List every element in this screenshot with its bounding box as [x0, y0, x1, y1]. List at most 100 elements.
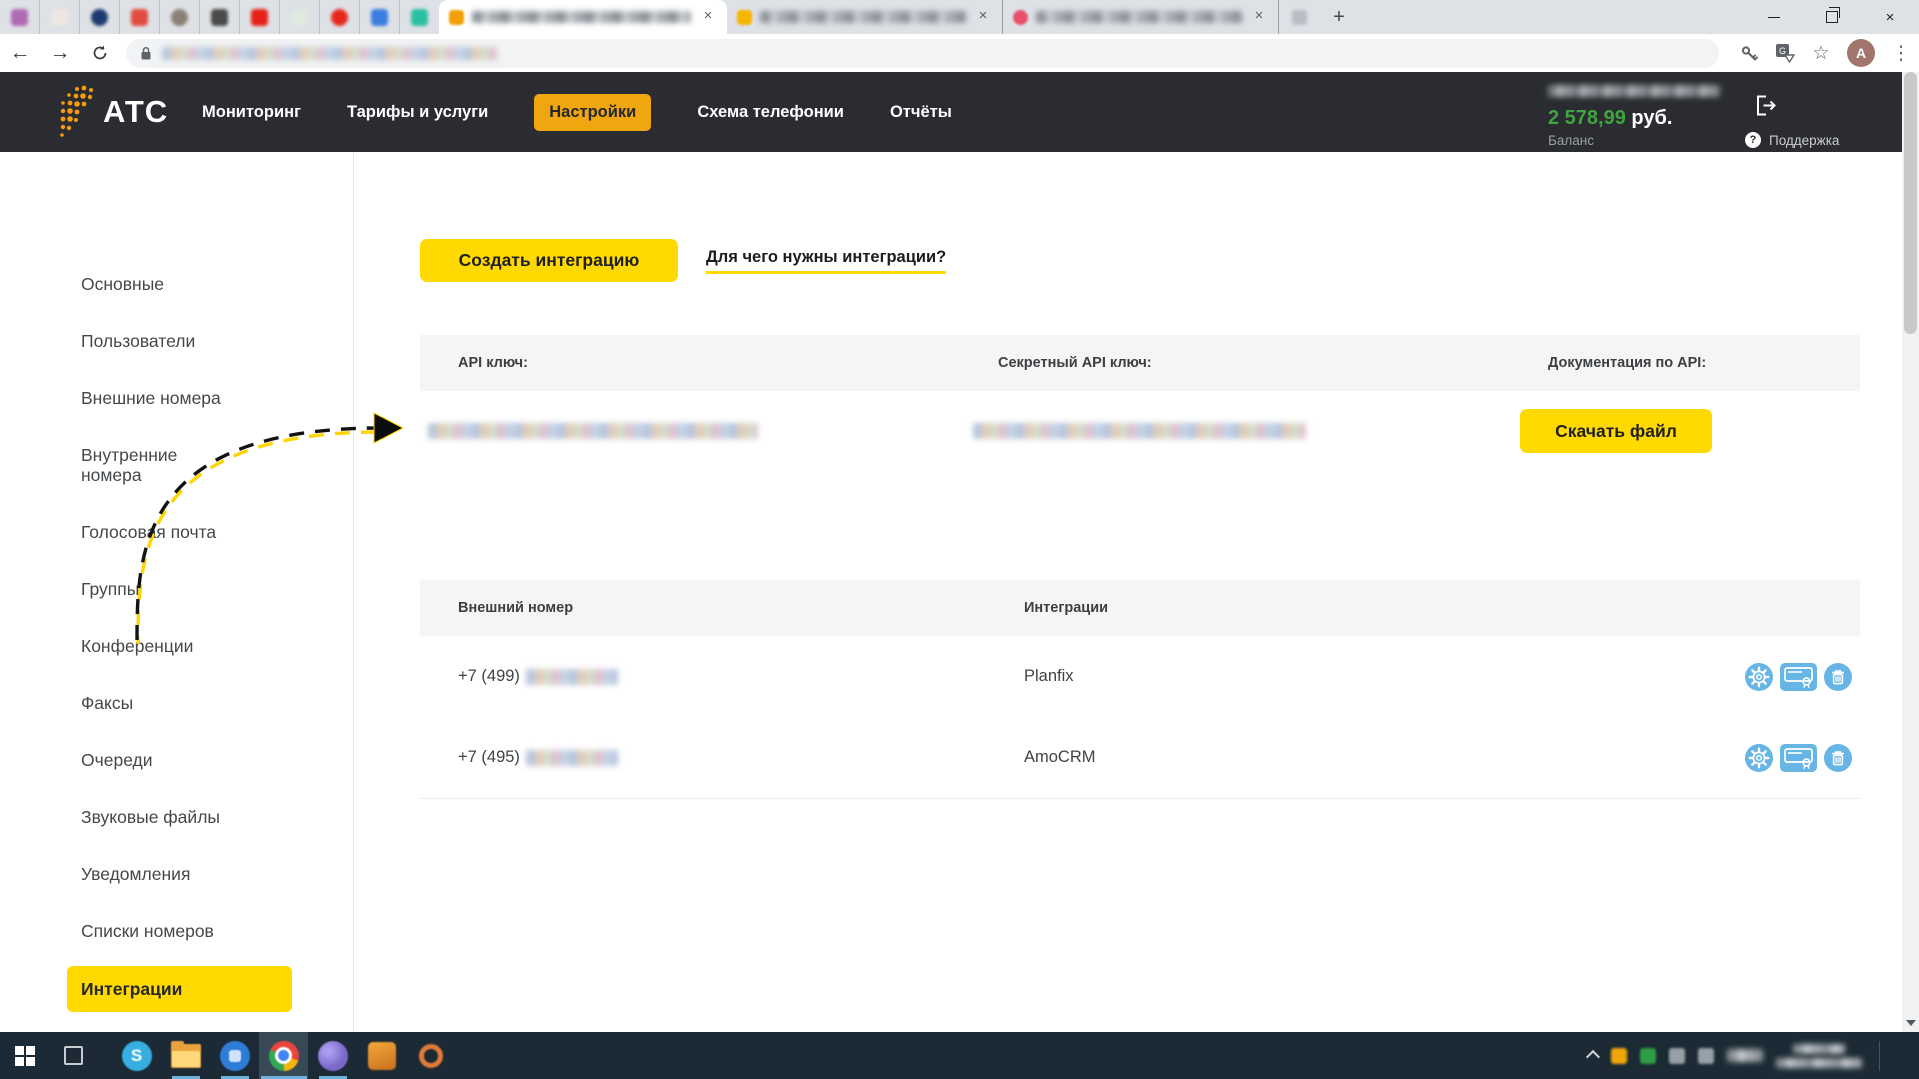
taskbar-app-orange[interactable] [357, 1032, 406, 1079]
translate-icon[interactable]: G [1767, 36, 1803, 70]
atc-logo[interactable]: АТС [55, 82, 168, 142]
taskbar-app-purple[interactable] [308, 1032, 357, 1079]
sidebar-item-gruppy[interactable]: Группы [81, 579, 353, 599]
browser-menu-icon[interactable]: ⋮ [1883, 36, 1919, 70]
nav-settings[interactable]: Настройки [534, 94, 651, 131]
pinned-tab[interactable] [360, 0, 400, 34]
sidebar-item-faksy[interactable]: Факсы [81, 693, 353, 713]
sidebar-item-uvedomleniya[interactable]: Уведомления [81, 864, 353, 884]
taskbar-app-skype[interactable]: S [112, 1032, 161, 1079]
sidebar-item-integracii-active[interactable]: Интеграции [67, 966, 292, 1012]
taskbar-app-ring[interactable] [406, 1032, 455, 1079]
browser-tab[interactable]: × [727, 0, 1003, 34]
pinned-tab-icon [171, 9, 188, 26]
reload-icon[interactable] [80, 36, 120, 70]
sidebar-item-konferencii[interactable]: Конференции [81, 636, 353, 656]
sidebar-item-vnutrennie-nomera[interactable]: Внутренние номера [81, 445, 196, 485]
tab-close-icon[interactable]: × [699, 8, 717, 26]
sidebar-item-golosovaya-pochta[interactable]: Голосовая почта [81, 522, 353, 542]
tab-close-icon[interactable]: × [1250, 8, 1268, 26]
page-scrollbar[interactable] [1902, 72, 1919, 1032]
number-prefix: +7 (499) [458, 667, 520, 686]
taskbar-app-blue[interactable] [210, 1032, 259, 1079]
sidebar-item-polzovateli[interactable]: Пользователи [81, 331, 353, 351]
table-row: +7 (499) Planfix [420, 636, 1860, 717]
window-close-button[interactable]: × [1861, 0, 1919, 34]
new-tab-button[interactable]: + [1325, 3, 1353, 31]
delete-trash-icon[interactable] [1824, 744, 1852, 772]
url-bar[interactable] [126, 39, 1719, 68]
browser-profile-avatar[interactable]: A [1847, 39, 1875, 67]
settings-sidebar: Основные Пользователи Внешние номера Вну… [0, 152, 354, 1032]
forward-icon[interactable]: → [40, 36, 80, 70]
orange-app-icon [368, 1042, 396, 1070]
arrowhead [374, 413, 403, 443]
nav-monitoring[interactable]: Мониторинг [202, 103, 301, 122]
license-card-icon[interactable] [1780, 663, 1817, 691]
pinned-tab[interactable] [320, 0, 360, 34]
sidebar-item-zvukovye-fajly[interactable]: Звуковые файлы [81, 807, 353, 827]
window-minimize-button[interactable] [1745, 0, 1803, 34]
nav-reports[interactable]: Отчёты [890, 103, 952, 122]
pinned-tab[interactable] [160, 0, 200, 34]
download-file-button[interactable]: Скачать файл [1520, 409, 1712, 453]
logout-icon[interactable] [1752, 92, 1779, 124]
blue-app-icon [220, 1041, 250, 1071]
support-link[interactable]: ? Поддержка [1745, 132, 1839, 148]
pinned-tab[interactable] [240, 0, 280, 34]
window-restore-button[interactable] [1803, 0, 1861, 34]
pinned-tab[interactable] [400, 0, 439, 34]
api-key-label: API ключ: [458, 335, 528, 391]
create-integration-button[interactable]: Создать интеграцию [420, 239, 678, 282]
sidebar-item-osnovnye[interactable]: Основные [81, 274, 353, 294]
pinned-tab-icon [91, 9, 108, 26]
tray-icon-orange[interactable] [1611, 1048, 1627, 1064]
nav-tariffs[interactable]: Тарифы и услуги [347, 103, 488, 122]
pinned-tab-icon [291, 9, 308, 26]
tray-icon[interactable] [1698, 1048, 1714, 1064]
start-button[interactable] [0, 1032, 49, 1079]
logo-text: АТС [103, 94, 168, 130]
sidebar-item-spiski-nomerov[interactable]: Списки номеров [81, 921, 353, 941]
delete-trash-icon[interactable] [1824, 663, 1852, 691]
purple-app-icon [318, 1041, 348, 1071]
browser-tab-collapsed[interactable] [1279, 0, 1319, 34]
settings-gear-icon[interactable] [1745, 663, 1773, 691]
tray-icon[interactable] [1669, 1048, 1685, 1064]
tab-close-icon[interactable]: × [974, 8, 992, 26]
browser-toolbar: ← → G ☆ A ⋮ [0, 34, 1919, 73]
api-secret-value-redacted [973, 423, 1306, 439]
pinned-tab[interactable] [280, 0, 320, 34]
language-indicator-redacted[interactable] [1727, 1049, 1763, 1062]
pinned-tab[interactable] [0, 0, 40, 34]
back-icon[interactable]: ← [0, 36, 40, 70]
password-key-icon[interactable] [1731, 36, 1767, 70]
browser-tab[interactable]: × [1003, 0, 1279, 34]
nav-telephony-scheme[interactable]: Схема телефонии [697, 103, 844, 122]
task-view-button[interactable] [49, 1032, 98, 1079]
pinned-tab[interactable] [200, 0, 240, 34]
sidebar-item-ocheredi[interactable]: Очереди [81, 750, 353, 770]
external-number-cell: +7 (499) [458, 636, 618, 717]
tray-expand-icon[interactable] [1586, 1050, 1600, 1064]
scrollbar-thumb[interactable] [1904, 72, 1917, 334]
settings-gear-icon[interactable] [1745, 744, 1773, 772]
show-desktop-button[interactable] [1893, 1032, 1903, 1079]
browser-tab-active[interactable]: × [439, 0, 727, 34]
api-key-value-redacted [428, 423, 758, 439]
taskbar-app-explorer[interactable] [161, 1032, 210, 1079]
license-card-icon[interactable] [1780, 744, 1817, 772]
pinned-tab[interactable] [120, 0, 160, 34]
bookmark-star-icon[interactable]: ☆ [1803, 36, 1839, 70]
date-redacted [1776, 1058, 1862, 1068]
why-integrations-link[interactable]: Для чего нужны интеграции? [706, 248, 946, 274]
number-redacted [526, 669, 618, 685]
pinned-tab[interactable] [40, 0, 80, 34]
taskbar-app-chrome[interactable] [259, 1032, 308, 1079]
pinned-tab[interactable] [80, 0, 120, 34]
taskbar-clock[interactable] [1776, 1044, 1862, 1068]
site-header: АТС Мониторинг Тарифы и услуги Настройки… [0, 72, 1902, 152]
tray-icon-green[interactable] [1640, 1048, 1656, 1064]
scrollbar-down-arrow[interactable] [1906, 1020, 1916, 1026]
sidebar-item-vneshnie-nomera[interactable]: Внешние номера [81, 388, 353, 408]
